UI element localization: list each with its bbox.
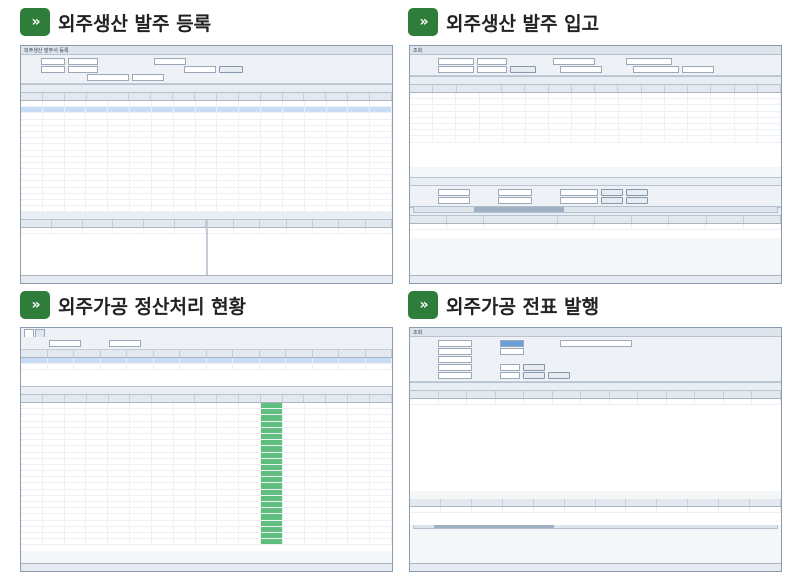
input-field[interactable] — [41, 57, 65, 65]
detail-grid[interactable] — [410, 499, 781, 525]
search-form — [21, 337, 392, 350]
section-header — [21, 84, 392, 93]
input-field[interactable] — [498, 196, 532, 204]
screenshot-outsourcing-settlement-status — [20, 327, 393, 572]
action-button[interactable] — [548, 371, 570, 379]
section-header — [410, 76, 781, 85]
date-field[interactable] — [49, 339, 81, 347]
action-button[interactable] — [523, 371, 545, 379]
chevron-right-icon: » — [20, 8, 50, 36]
search-form — [410, 337, 781, 382]
input-field[interactable] — [438, 355, 472, 363]
detail-grid-left[interactable] — [21, 220, 208, 280]
input-field[interactable] — [438, 347, 472, 355]
input-field[interactable] — [477, 57, 507, 65]
radio-group[interactable] — [560, 339, 632, 347]
order-grid[interactable] — [21, 93, 392, 213]
status-bar — [410, 563, 781, 571]
screenshot-outsourcing-order-entry: 외주생산 발주서 등록 — [20, 45, 393, 284]
input-field[interactable] — [626, 57, 672, 65]
input-field[interactable] — [438, 188, 470, 196]
window-title: 외주생산 발주서 등록 — [24, 47, 69, 54]
panel-2-heading: » 외주생산 발주 입고 — [408, 7, 599, 37]
item-grid[interactable] — [410, 216, 781, 238]
chevron-right-icon: » — [20, 291, 50, 319]
action-button[interactable] — [523, 363, 545, 371]
panel-1-heading: » 외주생산 발주 등록 — [20, 7, 211, 37]
tab[interactable] — [24, 329, 34, 337]
chevron-right-icon: » — [408, 291, 438, 319]
input-field[interactable] — [560, 196, 598, 204]
screenshot-outsourcing-voucher-issue: 조회 — [409, 327, 782, 572]
date-field[interactable] — [500, 347, 524, 355]
tab[interactable] — [35, 329, 45, 337]
action-button[interactable] — [626, 188, 648, 196]
settlement-grid[interactable] — [21, 395, 392, 551]
input-field[interactable] — [41, 65, 65, 73]
input-field[interactable] — [438, 196, 470, 204]
input-field[interactable] — [500, 371, 520, 379]
panel-title: 외주생산 발주 입고 — [446, 12, 600, 35]
panel-4-heading: » 외주가공 전표 발행 — [408, 290, 599, 320]
status-bar — [21, 275, 392, 283]
action-button[interactable] — [601, 196, 623, 204]
input-field[interactable] — [87, 73, 129, 81]
input-field[interactable] — [477, 65, 507, 73]
panel-3-heading: » 외주가공 정산처리 현황 — [20, 290, 246, 320]
search-form — [21, 55, 392, 84]
input-field[interactable] — [132, 73, 164, 81]
input-field[interactable] — [682, 65, 714, 73]
table-row[interactable] — [410, 136, 781, 143]
status-bar — [21, 563, 392, 571]
panel-title: 외주가공 정산처리 현황 — [58, 295, 247, 318]
date-field[interactable] — [68, 65, 98, 73]
input-field[interactable] — [438, 363, 472, 371]
window-titlebar: 조회 — [410, 46, 781, 55]
input-field[interactable] — [633, 65, 679, 73]
screenshot-outsourcing-order-receipt: 조회 — [409, 45, 782, 284]
search-button[interactable] — [219, 65, 243, 73]
receipt-form — [410, 186, 781, 207]
date-field[interactable] — [500, 339, 524, 347]
input-field[interactable] — [438, 339, 472, 347]
input-field[interactable] — [184, 65, 216, 73]
date-field[interactable] — [68, 57, 98, 65]
voucher-grid[interactable] — [410, 391, 781, 491]
panel-title: 외주생산 발주 등록 — [58, 12, 212, 35]
search-form — [410, 55, 781, 76]
receipt-grid[interactable] — [410, 85, 781, 167]
input-field[interactable] — [553, 57, 595, 65]
horizontal-scrollbar[interactable] — [413, 206, 778, 213]
search-button[interactable] — [510, 65, 536, 73]
input-field[interactable] — [438, 371, 472, 379]
detail-grid-right[interactable] — [207, 220, 392, 280]
section-header — [410, 382, 781, 391]
action-button[interactable] — [601, 188, 623, 196]
panel-title: 외주가공 전표 발행 — [446, 295, 600, 318]
section-header — [410, 177, 781, 186]
tab-bar — [21, 328, 392, 337]
window-titlebar: 조회 — [410, 328, 781, 337]
table-row[interactable] — [21, 206, 392, 213]
status-bar — [410, 275, 781, 283]
input-field[interactable] — [560, 65, 602, 73]
chevron-right-icon: » — [408, 8, 438, 36]
date-field[interactable] — [560, 188, 598, 196]
window-titlebar: 외주생산 발주서 등록 — [21, 46, 392, 55]
summary-grid[interactable] — [21, 350, 392, 386]
input-field[interactable] — [498, 188, 532, 196]
input-field[interactable] — [154, 57, 186, 65]
section-header — [21, 386, 392, 395]
window-title: 조회 — [413, 329, 423, 336]
date-field[interactable] — [438, 65, 474, 73]
input-field[interactable] — [500, 363, 520, 371]
window-title: 조회 — [413, 47, 423, 54]
input-field[interactable] — [109, 339, 141, 347]
input-field[interactable] — [438, 57, 474, 65]
table-row[interactable] — [21, 539, 392, 546]
action-button[interactable] — [626, 196, 648, 204]
